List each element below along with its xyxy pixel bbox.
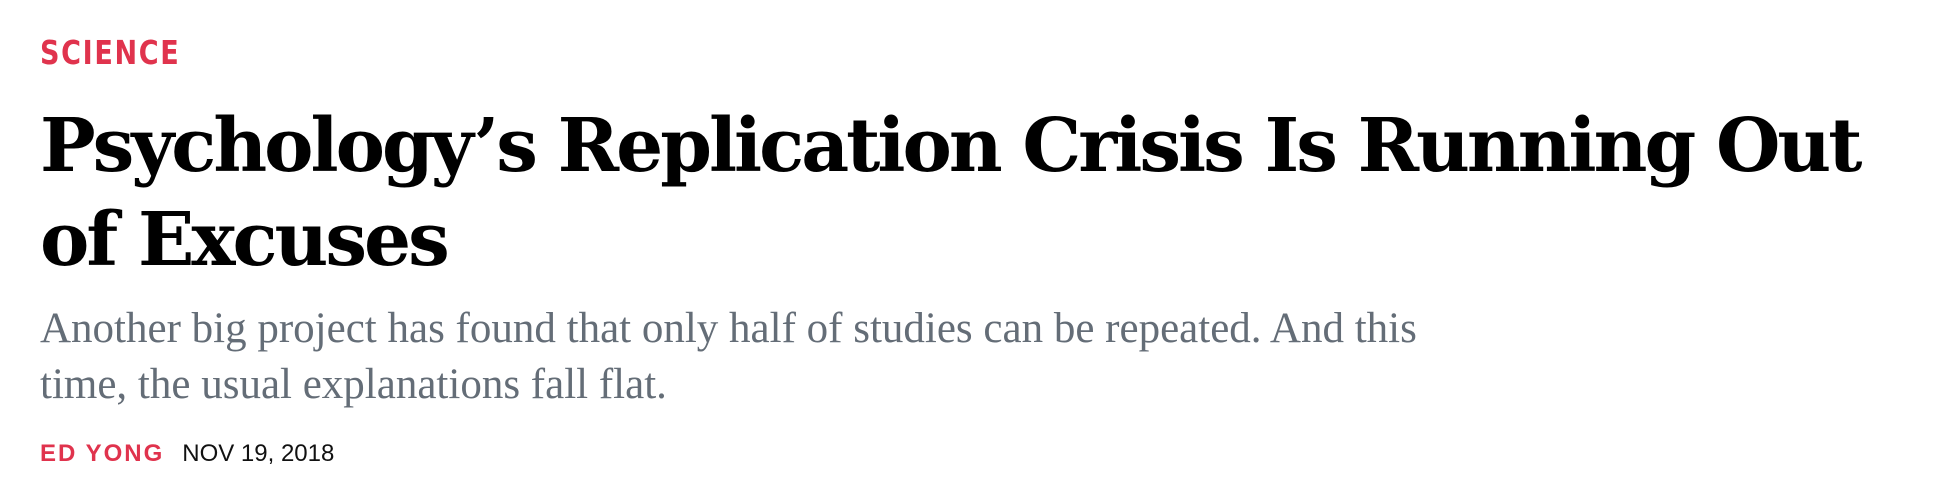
article-headline: Psychology’s Replication Crisis Is Runni…	[40, 103, 1862, 283]
article-header: SCIENCE Psychology’s Replication Crisis …	[40, 36, 1920, 413]
byline: ED YONG NOV 19, 2018	[40, 440, 334, 468]
publish-date: NOV 19, 2018	[182, 440, 335, 467]
author-link[interactable]: ED YONG	[40, 440, 164, 468]
article-dek: Another big project has found that only …	[40, 305, 1417, 408]
section-link[interactable]: SCIENCE	[40, 36, 180, 69]
